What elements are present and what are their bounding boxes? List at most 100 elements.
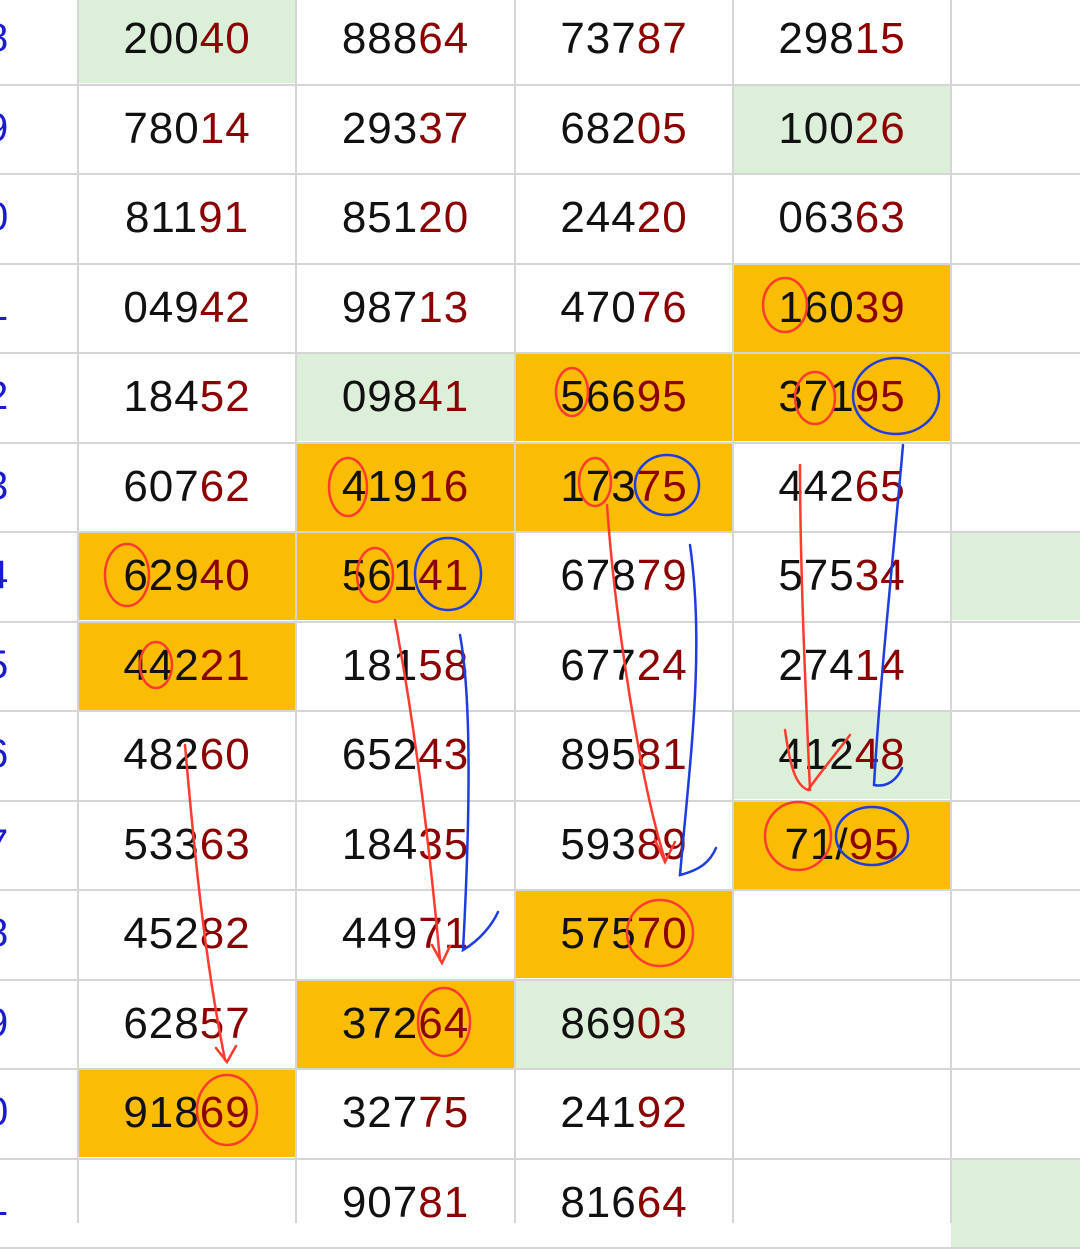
table-cell[interactable]: [951, 1069, 1080, 1157]
table-cell[interactable]: 81664: [515, 1159, 733, 1247]
table-cell[interactable]: [951, 622, 1080, 710]
cell-number: 67724: [560, 640, 688, 690]
grid-row-line: [0, 83, 1080, 86]
grid-column-line: [295, 0, 297, 1223]
table-cell[interactable]: [733, 890, 951, 978]
row-number-text: 8: [0, 911, 8, 956]
table-cell[interactable]: [951, 85, 1080, 173]
table-cell[interactable]: [951, 1158, 1080, 1247]
table-cell[interactable]: 59389: [515, 801, 733, 889]
table-cell[interactable]: 89581: [515, 711, 733, 799]
table-cell[interactable]: 57534: [733, 532, 951, 620]
table-cell[interactable]: 90781: [296, 1159, 515, 1247]
table-cell[interactable]: 67724: [515, 622, 733, 710]
table-cell[interactable]: [951, 353, 1080, 441]
table-cell[interactable]: 62940: [78, 532, 296, 620]
cell-number: 60762: [123, 461, 251, 511]
cell-number: 57534: [778, 551, 906, 600]
row-number-text: 0: [0, 195, 8, 240]
table-cell[interactable]: 10026: [733, 84, 951, 173]
table-cell[interactable]: [951, 980, 1080, 1068]
table-cell[interactable]: 44971: [296, 890, 515, 978]
table-cell[interactable]: 98713: [296, 264, 515, 352]
table-cell[interactable]: [951, 711, 1080, 799]
row-number-text: 5: [0, 643, 8, 688]
table-cell[interactable]: 68205: [515, 85, 733, 173]
table-cell[interactable]: 53363: [78, 801, 296, 889]
table-cell[interactable]: 47076: [515, 264, 733, 352]
table-cell[interactable]: 91869: [78, 1069, 296, 1157]
row-number-text: 1: [0, 1180, 8, 1225]
table-cell[interactable]: 71/95: [733, 800, 951, 889]
table-cell[interactable]: 44221: [78, 621, 296, 710]
table-cell[interactable]: [951, 532, 1080, 620]
cell-number: 65243: [341, 730, 470, 779]
table-cell[interactable]: [78, 1159, 296, 1247]
table-cell[interactable]: 45282: [78, 890, 296, 978]
cell-number: 09841: [341, 372, 470, 421]
grid-row-line: [0, 262, 1080, 265]
row-number-label: 7: [0, 800, 30, 889]
table-cell[interactable]: 86903: [515, 979, 733, 1068]
table-cell[interactable]: 81191: [78, 174, 296, 262]
table-cell[interactable]: 29815: [733, 0, 951, 83]
table-cell[interactable]: 88864: [296, 0, 515, 83]
table-cell[interactable]: 65243: [296, 711, 515, 799]
table-cell[interactable]: 24420: [515, 174, 733, 262]
table-cell[interactable]: 18435: [296, 801, 515, 889]
table-cell[interactable]: 85120: [296, 174, 515, 262]
table-cell[interactable]: 57570: [515, 890, 733, 978]
spreadsheet-grid: 8200408886473787298159780142933768205100…: [0, 0, 1080, 1249]
cell-number: 10026: [778, 103, 906, 153]
table-cell[interactable]: 78014: [78, 85, 296, 173]
table-cell[interactable]: 04942: [78, 264, 296, 352]
table-cell[interactable]: 18158: [296, 622, 515, 710]
row-number-text: 8: [0, 16, 8, 61]
grid-row-line: [0, 799, 1080, 802]
table-cell[interactable]: 37195: [733, 353, 951, 441]
table-cell[interactable]: 17375: [515, 442, 733, 531]
cell-number: 41248: [778, 730, 906, 779]
table-cell[interactable]: 16039: [733, 263, 951, 352]
cell-number: 81664: [560, 1177, 688, 1227]
table-cell[interactable]: 09841: [296, 353, 515, 441]
cell-number: 18158: [341, 640, 470, 690]
table-cell[interactable]: 27414: [733, 622, 951, 710]
table-cell[interactable]: [733, 980, 951, 1068]
table-cell[interactable]: [951, 264, 1080, 352]
row-number-label: 4: [0, 531, 30, 620]
table-cell[interactable]: [951, 890, 1080, 978]
cell-number: 45282: [123, 909, 251, 958]
table-cell[interactable]: 56695: [515, 353, 733, 441]
table-cell[interactable]: [733, 1159, 951, 1247]
cell-number: 81191: [124, 193, 250, 242]
table-cell[interactable]: 48260: [78, 711, 296, 799]
table-cell[interactable]: 37264: [296, 979, 515, 1068]
table-cell[interactable]: 41248: [733, 711, 951, 799]
table-cell[interactable]: 06363: [733, 174, 951, 262]
table-cell[interactable]: 32775: [296, 1069, 515, 1157]
table-cell[interactable]: [951, 801, 1080, 889]
row-number-text: 7: [0, 822, 8, 867]
table-cell[interactable]: [951, 174, 1080, 262]
table-cell[interactable]: [951, 443, 1080, 531]
cell-number: 37264: [341, 998, 470, 1048]
table-cell[interactable]: 18452: [78, 353, 296, 441]
table-cell[interactable]: 67879: [515, 532, 733, 620]
table-cell[interactable]: 73787: [515, 0, 733, 83]
table-cell[interactable]: 29337: [296, 85, 515, 173]
cell-number: 90781: [341, 1177, 470, 1227]
row-number-text: 9: [0, 106, 8, 151]
table-cell[interactable]: [733, 1069, 951, 1157]
table-cell[interactable]: [951, 0, 1080, 83]
table-cell[interactable]: 56141: [296, 532, 515, 620]
table-cell[interactable]: 41916: [296, 442, 515, 531]
table-cell[interactable]: 24192: [515, 1069, 733, 1157]
cell-number: 56141: [341, 551, 470, 600]
row-number-label: 9: [0, 979, 30, 1068]
table-cell[interactable]: 60762: [78, 443, 296, 531]
table-cell[interactable]: 44265: [733, 443, 951, 531]
grid-row-line: [0, 352, 1080, 354]
table-cell[interactable]: 62857: [78, 980, 296, 1068]
table-cell[interactable]: 20040: [78, 0, 296, 83]
